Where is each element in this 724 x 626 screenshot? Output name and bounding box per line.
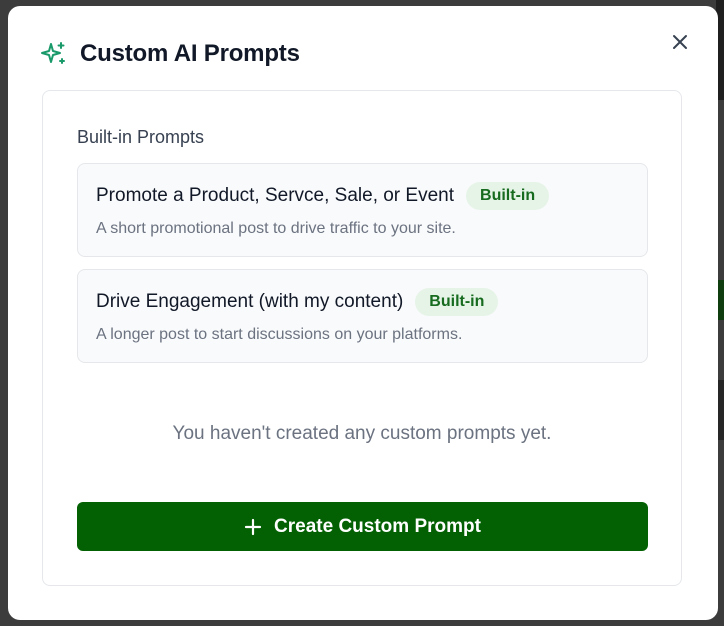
create-custom-prompt-button[interactable]: Create Custom Prompt xyxy=(77,502,648,551)
prompt-card-engagement[interactable]: Drive Engagement (with my content) Built… xyxy=(77,269,648,363)
close-button[interactable] xyxy=(668,30,692,54)
prompt-description: A short promotional post to drive traffi… xyxy=(96,220,456,237)
close-icon xyxy=(673,35,687,49)
builtin-badge: Built-in xyxy=(415,288,499,316)
sparkle-icon xyxy=(40,40,68,68)
prompt-title-row: Drive Engagement (with my content) Built… xyxy=(96,288,499,316)
dialog-title: Custom AI Prompts xyxy=(80,40,300,67)
prompt-card-promote[interactable]: Promote a Product, Servce, Sale, or Even… xyxy=(77,163,648,257)
prompt-title-row: Promote a Product, Servce, Sale, or Even… xyxy=(96,182,550,210)
empty-state-message: You haven't created any custom prompts y… xyxy=(172,423,552,444)
create-button-label: Create Custom Prompt xyxy=(274,515,481,537)
plus-icon xyxy=(244,518,262,536)
prompts-panel: Built-in Prompts Promote a Product, Serv… xyxy=(42,90,682,586)
dialog-header: Custom AI Prompts xyxy=(40,38,300,70)
builtin-badge: Built-in xyxy=(466,182,550,210)
prompt-title: Drive Engagement (with my content) xyxy=(96,291,404,312)
section-heading-builtin: Built-in Prompts xyxy=(77,127,205,147)
prompt-description: A longer post to start discussions on yo… xyxy=(96,326,463,343)
prompt-title: Promote a Product, Servce, Sale, or Even… xyxy=(96,185,455,206)
custom-prompts-dialog: Custom AI Prompts Built-in Prompts Promo… xyxy=(8,6,718,620)
